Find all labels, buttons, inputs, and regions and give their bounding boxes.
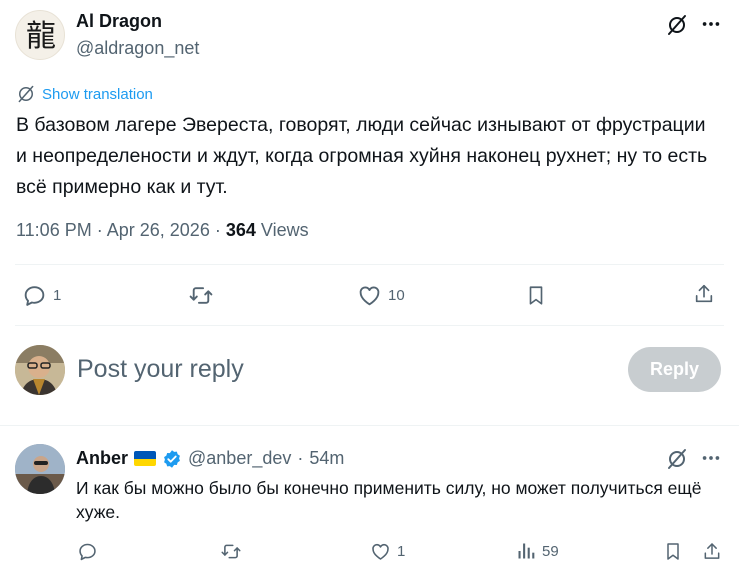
post-meta: 11:06 PM · Apr 26, 2026 · 364 Views xyxy=(16,220,309,241)
avatar-glyph: 龍 xyxy=(26,19,56,54)
reply-author-avatar[interactable] xyxy=(15,444,65,494)
reply-submit-button[interactable]: Reply xyxy=(628,347,721,392)
reply-retweet-button[interactable] xyxy=(220,541,242,562)
reply-author-name[interactable]: Anber xyxy=(76,448,128,469)
like-icon xyxy=(370,541,391,562)
meta-separator: · xyxy=(96,220,103,240)
show-translation-link[interactable]: Show translation xyxy=(16,84,153,104)
share-icon xyxy=(702,541,722,562)
views-count: 364 xyxy=(225,220,256,240)
verified-icon[interactable] xyxy=(162,449,182,469)
reply-icon xyxy=(22,283,47,308)
reply-author-handle[interactable]: @anber_dev xyxy=(188,448,291,469)
meta-separator: · xyxy=(297,448,304,468)
retweet-icon xyxy=(220,541,242,562)
retweet-button[interactable] xyxy=(188,283,214,308)
my-avatar[interactable] xyxy=(15,345,65,395)
divider xyxy=(15,325,724,326)
reply-bookmark-button[interactable] xyxy=(663,541,683,562)
reply-reply-button[interactable] xyxy=(77,541,98,562)
like-count: 10 xyxy=(388,287,405,304)
reply-like-count: 1 xyxy=(397,543,406,560)
reply-header: Anber @anber_dev · 54m xyxy=(76,448,344,469)
reply-input[interactable]: Post your reply xyxy=(77,355,244,384)
author-handle[interactable]: @aldragon_net xyxy=(76,38,199,59)
translate-icon xyxy=(16,84,36,104)
views-icon xyxy=(516,541,536,561)
like-icon xyxy=(357,283,382,308)
reply-share-button[interactable] xyxy=(702,541,722,562)
grok-icon[interactable] xyxy=(665,13,689,37)
share-icon xyxy=(693,282,715,306)
bookmark-icon xyxy=(525,283,547,308)
post-time[interactable]: 11:06 PM xyxy=(16,220,92,240)
like-button[interactable]: 10 xyxy=(357,283,405,308)
bookmark-button[interactable] xyxy=(525,283,547,308)
divider xyxy=(15,264,724,265)
views-label: Views xyxy=(260,220,309,240)
share-button[interactable] xyxy=(693,282,715,306)
more-icon[interactable] xyxy=(700,13,722,35)
reply-views-count: 59 xyxy=(542,542,559,560)
reply-count: 1 xyxy=(53,287,62,304)
reply-text: И как бы можно было бы конечно применить… xyxy=(76,478,702,522)
reply-views-button[interactable]: 59 xyxy=(516,541,559,561)
author-name[interactable]: Al Dragon xyxy=(76,11,162,32)
post-date[interactable]: Apr 26, 2026 xyxy=(107,220,210,240)
ukraine-flag-icon xyxy=(134,451,157,466)
reply-button[interactable]: 1 xyxy=(22,283,61,308)
author-avatar[interactable]: 龍 xyxy=(15,10,65,60)
reply-like-button[interactable]: 1 xyxy=(370,541,405,562)
bookmark-icon xyxy=(663,541,683,562)
post-text: В базовом лагере Эвереста, говорят, люди… xyxy=(16,114,708,198)
more-icon[interactable] xyxy=(700,447,722,469)
show-translation-label: Show translation xyxy=(42,85,153,103)
retweet-icon xyxy=(188,283,214,308)
grok-icon[interactable] xyxy=(665,447,689,471)
reply-time[interactable]: 54m xyxy=(309,448,344,469)
meta-separator: · xyxy=(214,220,221,240)
reply-icon xyxy=(77,541,98,562)
divider xyxy=(0,425,739,426)
